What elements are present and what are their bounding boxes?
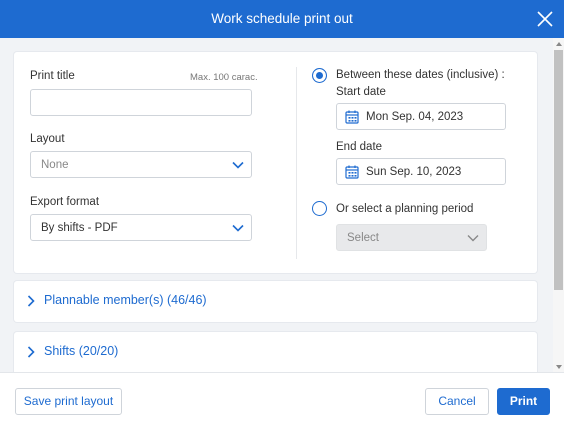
column-divider (296, 67, 297, 259)
end-date-label: End date (336, 141, 383, 153)
between-dates-label[interactable]: Between these dates (inclusive) : (336, 69, 505, 81)
export-format-label: Export format (30, 196, 100, 208)
scrollbar-thumb[interactable] (554, 50, 563, 290)
plannable-members-toggle[interactable]: Plannable member(s) (46/46) (14, 291, 314, 311)
chevron-down-icon (232, 161, 244, 169)
shifts-toggle[interactable]: Shifts (20/20) (14, 342, 314, 362)
layout-value: None (41, 159, 69, 171)
scroll-down-arrow[interactable] (556, 365, 562, 369)
chevron-down-icon (232, 224, 244, 232)
export-format-value: By shifts - PDF (41, 222, 118, 234)
chevron-down-icon (467, 235, 479, 242)
calendar-icon (345, 110, 359, 124)
print-options-card: Print title Max. 100 carac. Layout None … (14, 52, 537, 273)
dialog-title: Work schedule print out (211, 11, 353, 26)
chevron-right-icon (27, 295, 35, 307)
save-print-layout-button[interactable]: Save print layout (15, 388, 122, 415)
calendar-icon (345, 165, 359, 179)
shifts-label: Shifts (20/20) (44, 344, 119, 358)
print-button[interactable]: Print (497, 388, 550, 415)
between-dates-radio[interactable] (312, 68, 327, 83)
planning-period-radio[interactable] (312, 201, 327, 216)
planning-period-value: Select (347, 232, 379, 244)
start-date-input[interactable]: Mon Sep. 04, 2023 (336, 103, 506, 130)
dialog-header: Work schedule print out (0, 0, 564, 38)
start-date-label: Start date (336, 86, 386, 98)
plannable-members-label: Plannable member(s) (46/46) (44, 293, 207, 307)
print-title-input[interactable] (30, 89, 252, 116)
layout-label: Layout (30, 133, 65, 145)
planning-period-label[interactable]: Or select a planning period (336, 203, 473, 215)
planning-period-select: Select (336, 224, 487, 251)
end-date-value: Sun Sep. 10, 2023 (366, 166, 462, 178)
cancel-button[interactable]: Cancel (425, 388, 489, 415)
dialog-footer: Save print layout Cancel Print (0, 372, 564, 429)
start-date-value: Mon Sep. 04, 2023 (366, 111, 464, 123)
layout-select[interactable]: None (30, 151, 252, 178)
export-format-select[interactable]: By shifts - PDF (30, 214, 252, 241)
dialog-body[interactable]: Print title Max. 100 carac. Layout None … (0, 38, 564, 372)
print-title-label: Print title (30, 70, 75, 82)
print-title-hint: Max. 100 carac. (190, 72, 258, 83)
end-date-input[interactable]: Sun Sep. 10, 2023 (336, 158, 506, 185)
scrollbar[interactable] (553, 38, 564, 372)
close-icon[interactable] (535, 9, 555, 29)
chevron-right-icon (27, 346, 35, 358)
scroll-up-arrow[interactable] (556, 42, 562, 46)
